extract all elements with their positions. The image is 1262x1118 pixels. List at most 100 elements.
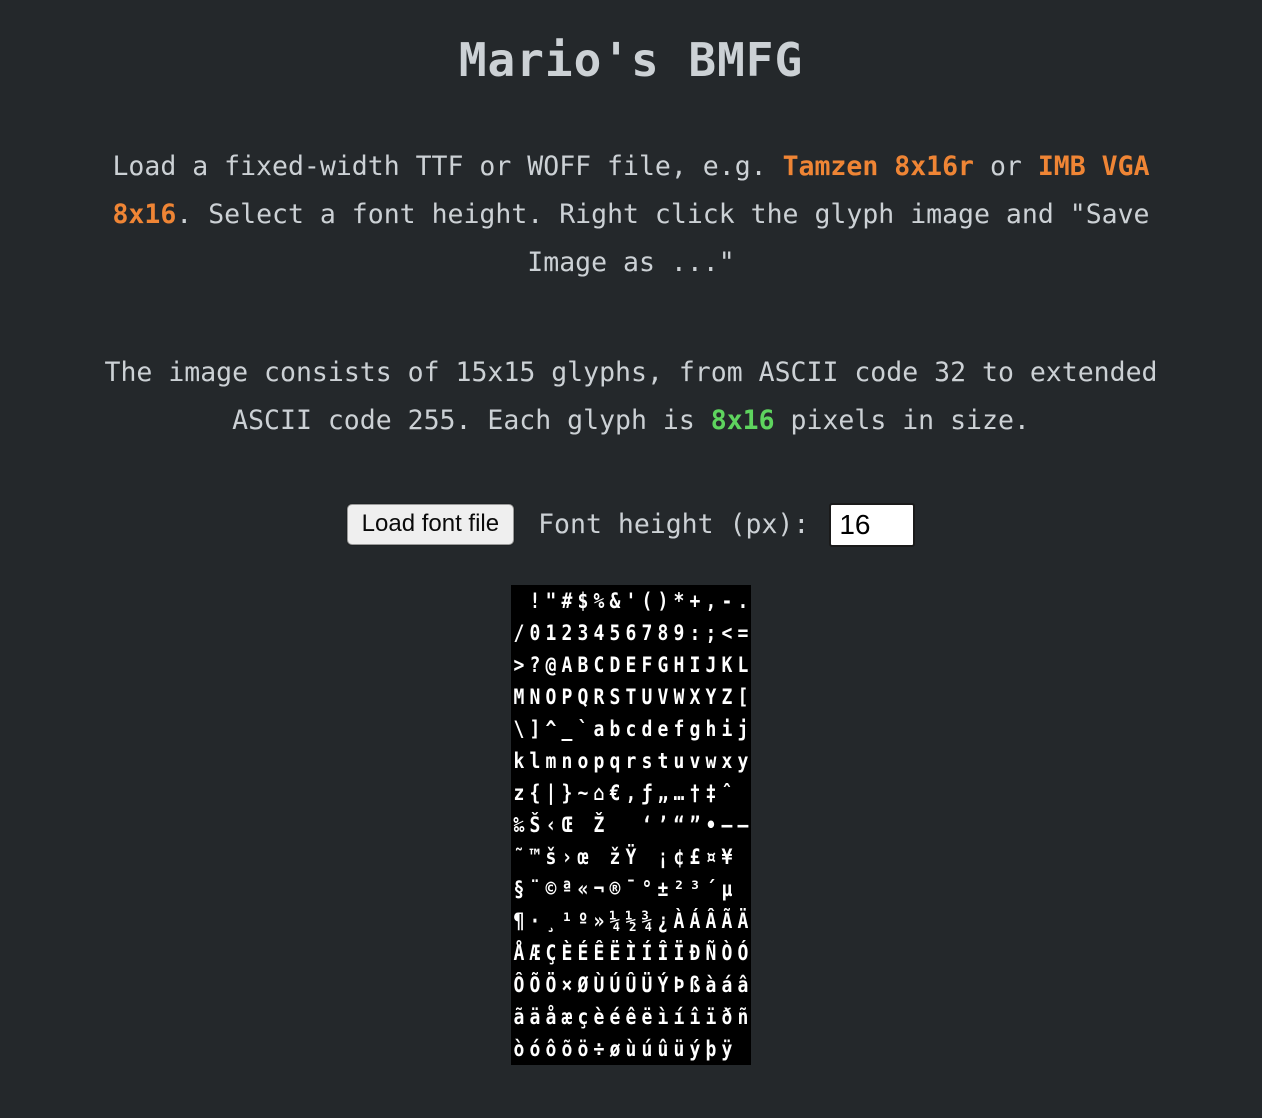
- glyph-cell: Ó: [737, 940, 749, 965]
- glyph-cell: ä: [529, 1004, 541, 1029]
- glyph-cell: ¹: [561, 908, 573, 933]
- glyph-cell: å: [545, 1004, 557, 1029]
- glyph-cell: ?: [529, 652, 541, 677]
- glyph-cell: Ê: [593, 940, 605, 965]
- glyph-cell: [736, 1033, 750, 1065]
- glyph-cell: É: [577, 940, 589, 965]
- glyph-cell: [640, 841, 654, 873]
- glyph-cell: ³: [689, 876, 701, 901]
- glyph-cell: ¥: [721, 844, 733, 869]
- glyph-cell: b: [609, 716, 621, 741]
- glyph-cell: K: [721, 652, 733, 677]
- glyph-cell: ²: [673, 876, 685, 901]
- glyph-cell: [624, 809, 638, 841]
- glyph-cell: ;: [705, 620, 717, 645]
- glyph-cell: ò: [513, 1036, 525, 1061]
- glyph-cell: Ð: [689, 940, 701, 965]
- glyph-cell: à: [705, 972, 717, 997]
- glyph-cell: Þ: [673, 972, 685, 997]
- glyph-cell: ƒ: [641, 780, 653, 805]
- glyph-cell: õ: [561, 1036, 573, 1061]
- glyph-cell: ð: [721, 1004, 733, 1029]
- glyph-cell: Ž: [593, 812, 605, 837]
- glyph-cell: Ü: [641, 972, 653, 997]
- controls-row: Load font file Font height (px):: [0, 501, 1262, 549]
- glyph-cell: Á: [689, 908, 701, 933]
- glyph-cell: n: [561, 748, 573, 773]
- glyph-cell: <: [721, 620, 733, 645]
- glyph-cell: &: [609, 588, 621, 613]
- glyph-cell: ¬: [593, 876, 605, 901]
- glyph-cell: c: [625, 716, 637, 741]
- intro-paragraph-1: Load a fixed-width TTF or WOFF file, e.g…: [41, 143, 1221, 287]
- glyph-cell: m: [545, 748, 557, 773]
- glyph-cell: –: [721, 812, 733, 837]
- glyph-cell: €: [609, 780, 621, 805]
- glyph-cell: û: [657, 1036, 669, 1061]
- glyph-cell: ï: [705, 1004, 717, 1029]
- glyph-cell: v: [689, 748, 701, 773]
- glyph-cell: ™: [529, 844, 541, 869]
- glyph-cell: ±: [657, 876, 669, 901]
- glyph-cell: 1: [545, 620, 557, 645]
- glyph-cell: q: [609, 748, 621, 773]
- glyph-cell: Õ: [529, 972, 541, 997]
- glyph-cell: ø: [609, 1036, 621, 1061]
- glyph-cell: ç: [577, 1004, 589, 1029]
- glyph-cell: .: [737, 588, 749, 613]
- intro-paragraph-2: The image consists of 15x15 glyphs, from…: [41, 349, 1221, 445]
- glyph-cell: h: [705, 716, 717, 741]
- glyph-cell: ÿ: [721, 1036, 733, 1061]
- glyph-cell: d: [641, 716, 653, 741]
- glyph-cell: }: [561, 780, 573, 805]
- glyph-cell: ⌂: [593, 780, 605, 805]
- glyph-cell: g: [689, 716, 701, 741]
- glyph-cell: /: [513, 620, 525, 645]
- intro-text-2b: pixels in size.: [774, 404, 1030, 436]
- glyph-cell: J: [705, 652, 717, 677]
- glyph-cell: ¶: [513, 908, 525, 933]
- glyph-cell: â: [737, 972, 749, 997]
- glyph-cell: Ú: [609, 972, 621, 997]
- link-tamzen-font[interactable]: Tamzen 8x16r: [783, 151, 974, 182]
- glyph-cell: `: [577, 716, 589, 741]
- glyph-cell: È: [561, 940, 573, 965]
- glyph-cell: Â: [705, 908, 717, 933]
- glyph-cell: š: [545, 844, 557, 869]
- glyph-cell: ¸: [545, 908, 557, 933]
- glyph-cell: Û: [625, 972, 637, 997]
- glyph-cell: W: [673, 684, 685, 709]
- glyph-cell: r: [625, 748, 637, 773]
- glyph-cell: R: [593, 684, 605, 709]
- glyph-cell: »: [593, 908, 605, 933]
- glyph-cell: _: [561, 716, 573, 741]
- font-height-input[interactable]: [829, 502, 916, 547]
- glyph-cell: 8: [657, 620, 669, 645]
- glyph-cell: Ì: [625, 940, 637, 965]
- glyph-cell: Ù: [593, 972, 605, 997]
- glyph-cell: Ä: [737, 908, 749, 933]
- glyph-cell: @: [545, 652, 557, 677]
- glyph-cell: ñ: [737, 1004, 749, 1029]
- glyph-cell: s: [641, 748, 653, 773]
- glyph-cell: Ã: [721, 908, 733, 933]
- glyph-cell: u: [673, 748, 685, 773]
- glyph-cell: ®: [609, 876, 621, 901]
- glyph-cell: V: [657, 684, 669, 709]
- glyph-cell: ¨: [529, 876, 541, 901]
- glyph-cell: >: [513, 652, 525, 677]
- glyph-cell: i: [721, 716, 733, 741]
- glyph-cell: ˜: [513, 844, 525, 869]
- glyph-atlas-image[interactable]: ! " # $% & '() * +, -. /0 1 2 3 4 5 6 7 8 9:; < = >? @ A B C D E F G H…: [511, 584, 751, 1065]
- glyph-cell: á: [721, 972, 733, 997]
- glyph-cell: t: [657, 748, 669, 773]
- glyph-cell: °: [641, 876, 653, 901]
- glyph-cell: ~: [577, 780, 589, 805]
- glyph-cell: A: [561, 652, 573, 677]
- glyph-cell: 7: [641, 620, 653, 645]
- glyph-cell: î: [689, 1004, 701, 1029]
- glyph-cell: ’: [657, 812, 669, 837]
- glyph-cell: ì: [657, 1004, 669, 1029]
- glyph-cell: Ö: [545, 972, 557, 997]
- load-font-file-button[interactable]: Load font file: [346, 504, 515, 546]
